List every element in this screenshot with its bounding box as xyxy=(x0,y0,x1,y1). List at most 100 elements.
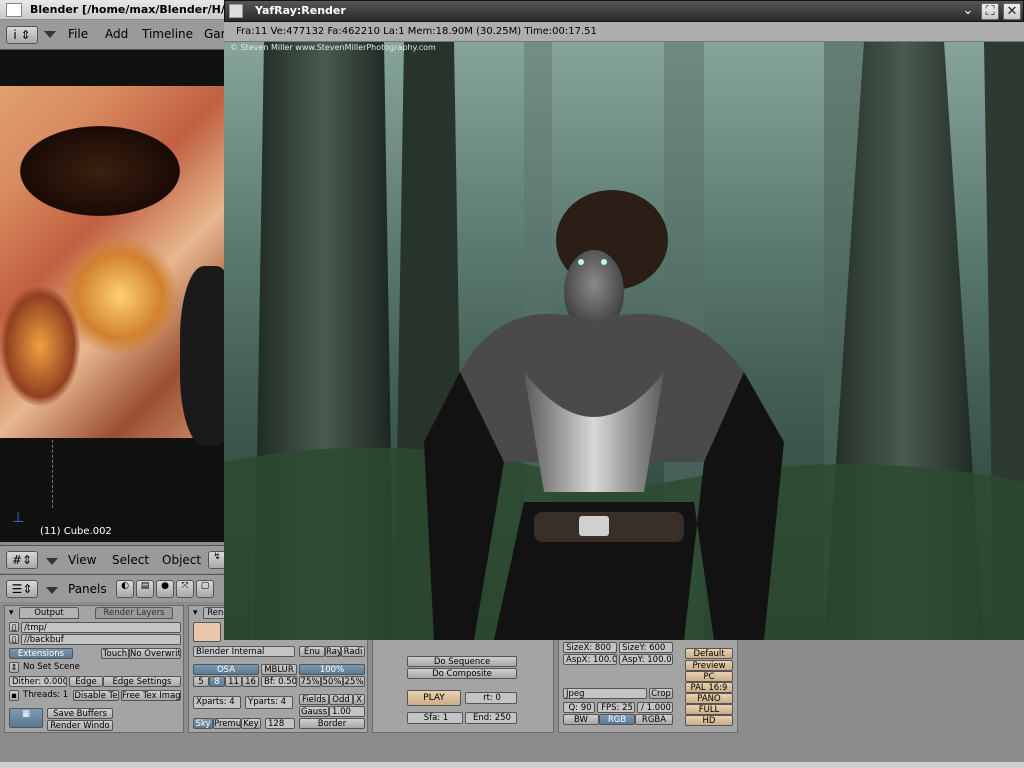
osa-8[interactable]: 8 xyxy=(209,676,225,687)
do-sequence-toggle[interactable]: Do Sequence xyxy=(407,656,517,667)
threads-toggle-icon[interactable]: ▪ xyxy=(9,690,19,701)
buttons-editor-icon[interactable]: ☰⇕ xyxy=(6,580,38,598)
mblur-toggle[interactable]: MBLUR xyxy=(261,664,297,675)
free-tex-image-toggle[interactable]: Free Tex Image xyxy=(121,690,181,701)
tab-render-layers[interactable]: Render Layers xyxy=(95,607,173,619)
edge-settings-button[interactable]: Edge Settings xyxy=(103,676,181,687)
info-editor-icon[interactable]: i ⇕ xyxy=(6,26,38,44)
quality-field[interactable]: Q: 90 xyxy=(563,702,595,713)
disable-tex-toggle[interactable]: Disable Te xyxy=(73,690,119,701)
aspx-field[interactable]: AspX: 100.00 xyxy=(563,654,617,665)
menu-add[interactable]: Add xyxy=(105,27,128,41)
collapse-triangle-icon[interactable] xyxy=(44,31,56,38)
osa-11[interactable]: 11 xyxy=(225,676,242,687)
preset-pc[interactable]: PC xyxy=(685,671,733,682)
fps-base-field[interactable]: / 1.000 xyxy=(637,702,673,713)
collapse-triangle-icon[interactable] xyxy=(46,558,58,565)
scene-browse-icon[interactable]: ⇕ xyxy=(9,662,19,673)
folder-icon[interactable]: ▯ xyxy=(9,622,19,632)
size-25-button[interactable]: 25% xyxy=(343,676,365,687)
tab-output[interactable]: Output xyxy=(19,607,79,619)
x-toggle[interactable]: X xyxy=(353,694,365,705)
editing-context-icon[interactable]: ▢ xyxy=(196,580,214,598)
menu-timeline[interactable]: Timeline xyxy=(142,27,193,41)
menu-object[interactable]: Object xyxy=(162,553,201,567)
object-context-icon[interactable]: ⤧ xyxy=(176,580,194,598)
menu-file[interactable]: File xyxy=(68,27,88,41)
size-50-button[interactable]: 50% xyxy=(321,676,343,687)
close-icon[interactable]: ✕ xyxy=(1003,3,1021,20)
menu-panels[interactable]: Panels xyxy=(68,582,107,596)
renderer-select[interactable]: Blender Internal xyxy=(193,646,295,657)
blur-factor-field[interactable]: Bf: 0.50 xyxy=(261,676,297,687)
preset-default[interactable]: Default xyxy=(685,648,733,659)
preset-preview[interactable]: Preview xyxy=(685,660,733,671)
axis-gizmo-icon: ⊥ xyxy=(12,510,25,526)
radio-toggle[interactable]: Radi xyxy=(341,646,365,657)
gauss-toggle[interactable]: Gauss xyxy=(299,706,329,717)
do-composite-toggle[interactable]: Do Composite xyxy=(407,668,517,679)
play-button[interactable]: PLAY xyxy=(407,690,461,706)
key-toggle[interactable]: Key xyxy=(241,718,261,729)
dither-field[interactable]: Dither: 0.000 xyxy=(9,676,67,687)
bw-toggle[interactable]: BW xyxy=(563,714,599,725)
aspy-field[interactable]: AspY: 100.00 xyxy=(619,654,673,665)
premul-toggle[interactable]: Premul xyxy=(213,718,241,729)
menu-select[interactable]: Select xyxy=(112,553,149,567)
touch-toggle[interactable]: Touch xyxy=(101,648,129,659)
panel-collapse-icon[interactable]: ▾ xyxy=(193,608,198,618)
collapse-triangle-icon[interactable] xyxy=(46,587,58,594)
odd-toggle[interactable]: Odd xyxy=(329,694,353,705)
folder-icon[interactable]: ▯ xyxy=(9,634,19,644)
osa-16[interactable]: 16 xyxy=(242,676,259,687)
maximize-icon[interactable]: ⛶ xyxy=(981,3,999,20)
start-frame-field[interactable]: Sfa: 1 xyxy=(407,712,463,724)
render-window-grid-icon[interactable]: ▦ xyxy=(9,708,43,728)
size-100-button[interactable]: 100% xyxy=(299,664,365,675)
preset-hd[interactable]: HD xyxy=(685,715,733,726)
osa-5[interactable]: 5 xyxy=(193,676,209,687)
preset-full[interactable]: FULL xyxy=(685,704,733,715)
logic-context-icon[interactable]: ◐ xyxy=(116,580,134,598)
menu-game[interactable]: Gar xyxy=(204,27,226,41)
ray-toggle[interactable]: Ray xyxy=(325,646,341,657)
sizex-field[interactable]: SizeX: 800 xyxy=(563,642,617,653)
rgb-toggle[interactable]: RGB xyxy=(599,714,635,725)
samples-select[interactable]: 128 xyxy=(265,718,295,729)
preset-pano[interactable]: PANO xyxy=(685,693,733,704)
rt-field[interactable]: rt: 0 xyxy=(465,692,517,704)
osa-toggle[interactable]: OSA xyxy=(193,664,259,675)
env-toggle[interactable]: Enu xyxy=(299,646,325,657)
shading-context-icon[interactable]: ● xyxy=(156,580,174,598)
yafray-titlebar[interactable]: YafRay:Render ⌄ ⛶ ✕ xyxy=(224,0,1024,22)
grid-editor-icon[interactable]: #⇕ xyxy=(6,551,38,569)
sky-toggle[interactable]: Sky xyxy=(193,718,213,729)
script-context-icon[interactable]: ▤ xyxy=(136,580,154,598)
blender-titlebar[interactable]: Blender [/home/max/Blender/H/C/( xyxy=(0,0,242,20)
no-overwrite-toggle[interactable]: No Overwrite xyxy=(129,648,181,659)
output-path-field[interactable]: /tmp/ xyxy=(21,622,181,633)
file-format-select[interactable]: Jpeg xyxy=(563,688,647,699)
crop-toggle[interactable]: Crop xyxy=(649,688,673,699)
end-frame-field[interactable]: End: 250 xyxy=(465,712,517,724)
sizey-field[interactable]: SizeY: 600 xyxy=(619,642,673,653)
threads-field[interactable]: Threads: 1 xyxy=(21,690,71,701)
render-button[interactable] xyxy=(193,622,221,642)
gauss-value-field[interactable]: 1.00 xyxy=(329,706,365,717)
fields-toggle[interactable]: Fields xyxy=(299,694,329,705)
extensions-toggle[interactable]: Extensions xyxy=(9,648,73,659)
preset-pal169[interactable]: PAL 16:9 xyxy=(685,682,733,693)
rgba-toggle[interactable]: RGBA xyxy=(635,714,673,725)
xparts-field[interactable]: Xparts: 4 xyxy=(193,696,241,709)
edge-toggle[interactable]: Edge xyxy=(69,676,103,687)
border-toggle[interactable]: Border xyxy=(299,718,365,729)
minimize-icon[interactable]: ⌄ xyxy=(959,3,977,20)
size-75-button[interactable]: 75% xyxy=(299,676,321,687)
yparts-field[interactable]: Yparts: 4 xyxy=(245,696,293,709)
save-buffers-toggle[interactable]: Save Buffers xyxy=(47,708,113,719)
menu-view[interactable]: View xyxy=(68,553,96,567)
render-window-select[interactable]: Render Windo xyxy=(47,720,113,731)
panel-collapse-icon[interactable]: ▾ xyxy=(9,608,14,618)
backbuf-path-field[interactable]: //backbuf xyxy=(21,634,181,645)
fps-field[interactable]: FPS: 25 xyxy=(597,702,635,713)
